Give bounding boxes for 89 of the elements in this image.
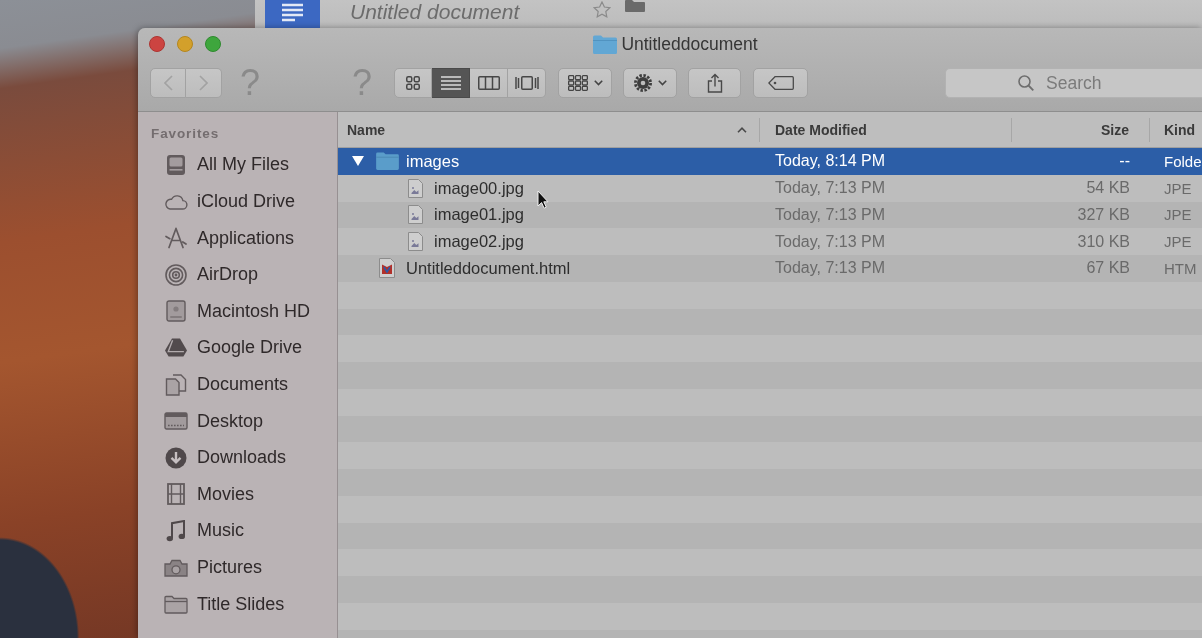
modified-date: Today, 7:13 PM [775, 232, 885, 250]
tag-button[interactable] [753, 68, 809, 98]
column-view-button[interactable] [470, 68, 509, 98]
file-row[interactable]: Untitleddocument.html Today, 7:13 PM 67 KB HTM [338, 255, 1202, 282]
hard-drive-icon [166, 300, 186, 323]
column-header[interactable]: Name [338, 117, 760, 142]
drawer-icon [166, 154, 186, 176]
file-kind: JPE [1164, 233, 1192, 251]
file-size: 310 KB [1077, 232, 1130, 250]
list-view-button[interactable] [432, 68, 471, 98]
folder-icon [164, 594, 188, 614]
column-header[interactable]: Kind [1150, 117, 1202, 142]
search-field[interactable]: Search [945, 68, 1202, 98]
file-row[interactable]: images Today, 8:14 PM -- Folde [338, 148, 1202, 175]
desktop-icon [164, 412, 188, 431]
file-name: Untitleddocument.html [406, 258, 571, 278]
star-icon[interactable] [593, 1, 612, 18]
modified-date: Today, 7:13 PM [775, 259, 885, 277]
camera-icon [164, 558, 188, 577]
sidebar-item[interactable]: All My Files [138, 146, 337, 184]
arrange-button[interactable] [558, 68, 613, 98]
caret-icon [657, 80, 667, 86]
four-squares-icon [406, 76, 421, 90]
list-icon [440, 76, 461, 90]
file-kind: JPE [1164, 179, 1192, 197]
download-icon [165, 446, 187, 469]
cover-flow-icon [514, 76, 539, 90]
grid-icon [567, 75, 588, 91]
column-header[interactable]: Size [1012, 117, 1150, 142]
chevron-right-icon [199, 75, 208, 91]
document-file-icon [379, 258, 395, 279]
file-size: 67 KB [1086, 259, 1130, 277]
sidebar-item[interactable]: iCloud Drive [138, 183, 337, 220]
close-button[interactable] [149, 36, 165, 52]
file-kind: HTM [1164, 259, 1197, 277]
cover-flow-view-button[interactable] [508, 68, 547, 98]
icon-view-button[interactable] [394, 68, 433, 98]
file-size: 54 KB [1086, 179, 1130, 197]
sidebar-item[interactable]: Macintosh HD [138, 293, 337, 330]
cursor-icon [537, 190, 549, 209]
share-icon [706, 73, 723, 93]
image-file-icon [407, 178, 423, 198]
applications-icon [165, 227, 187, 250]
image-file-icon [407, 205, 423, 225]
file-kind: Folde [1164, 152, 1202, 170]
chevron-left-icon [163, 75, 173, 91]
image-file-icon [407, 232, 423, 252]
document-icon[interactable] [265, 0, 320, 28]
column-header[interactable]: Date Modified [760, 117, 1012, 142]
file-name: image02.jpg [434, 232, 524, 252]
file-size: -- [1119, 152, 1130, 170]
file-row[interactable]: image01.jpg Today, 7:13 PM 327 KB JPE [338, 201, 1202, 229]
cloud-icon [164, 193, 188, 210]
file-kind: JPE [1164, 206, 1192, 224]
sidebar-item[interactable]: Pictures [138, 549, 337, 586]
file-name: images [406, 151, 460, 171]
file-size: 327 KB [1077, 205, 1130, 223]
sidebar-item[interactable]: Movies [138, 476, 337, 513]
file-name: image01.jpg [434, 205, 524, 225]
sidebar-item[interactable]: AirDrop [138, 256, 337, 294]
action-button[interactable] [623, 68, 678, 98]
modified-date: Today, 8:14 PM [775, 152, 885, 170]
sidebar-item[interactable]: Documents [138, 366, 337, 403]
gear-icon [633, 74, 652, 92]
disclosure-triangle-icon[interactable] [352, 156, 364, 167]
search-icon [1018, 75, 1034, 91]
folder-icon [375, 152, 399, 171]
file-name: image00.jpg [434, 178, 524, 198]
window-title: Untitleddocument [621, 33, 758, 55]
concentric-rings-icon [165, 263, 187, 286]
folder-icon[interactable] [625, 0, 646, 12]
sidebar-item[interactable]: Google Drive [138, 329, 337, 367]
modified-date: Today, 7:13 PM [775, 205, 885, 223]
caret-icon [593, 80, 603, 86]
tag-icon [767, 76, 794, 90]
share-button[interactable] [688, 68, 742, 98]
modified-date: Today, 7:13 PM [775, 179, 885, 197]
music-note-icon [166, 519, 186, 542]
sidebar-item[interactable]: Applications [138, 219, 337, 257]
sidebar-item[interactable]: Music [138, 512, 337, 550]
sidebar-item[interactable]: Downloads [138, 439, 337, 477]
sidebar-item[interactable]: Desktop [138, 402, 337, 440]
film-icon [167, 483, 185, 506]
documents-icon [165, 373, 187, 396]
triangle-icon [165, 338, 187, 358]
columns-icon [477, 76, 500, 90]
sidebar-item[interactable]: Title Slides [138, 585, 337, 623]
folder-icon [593, 34, 618, 54]
sidebar-heading: Favorites [151, 125, 220, 142]
